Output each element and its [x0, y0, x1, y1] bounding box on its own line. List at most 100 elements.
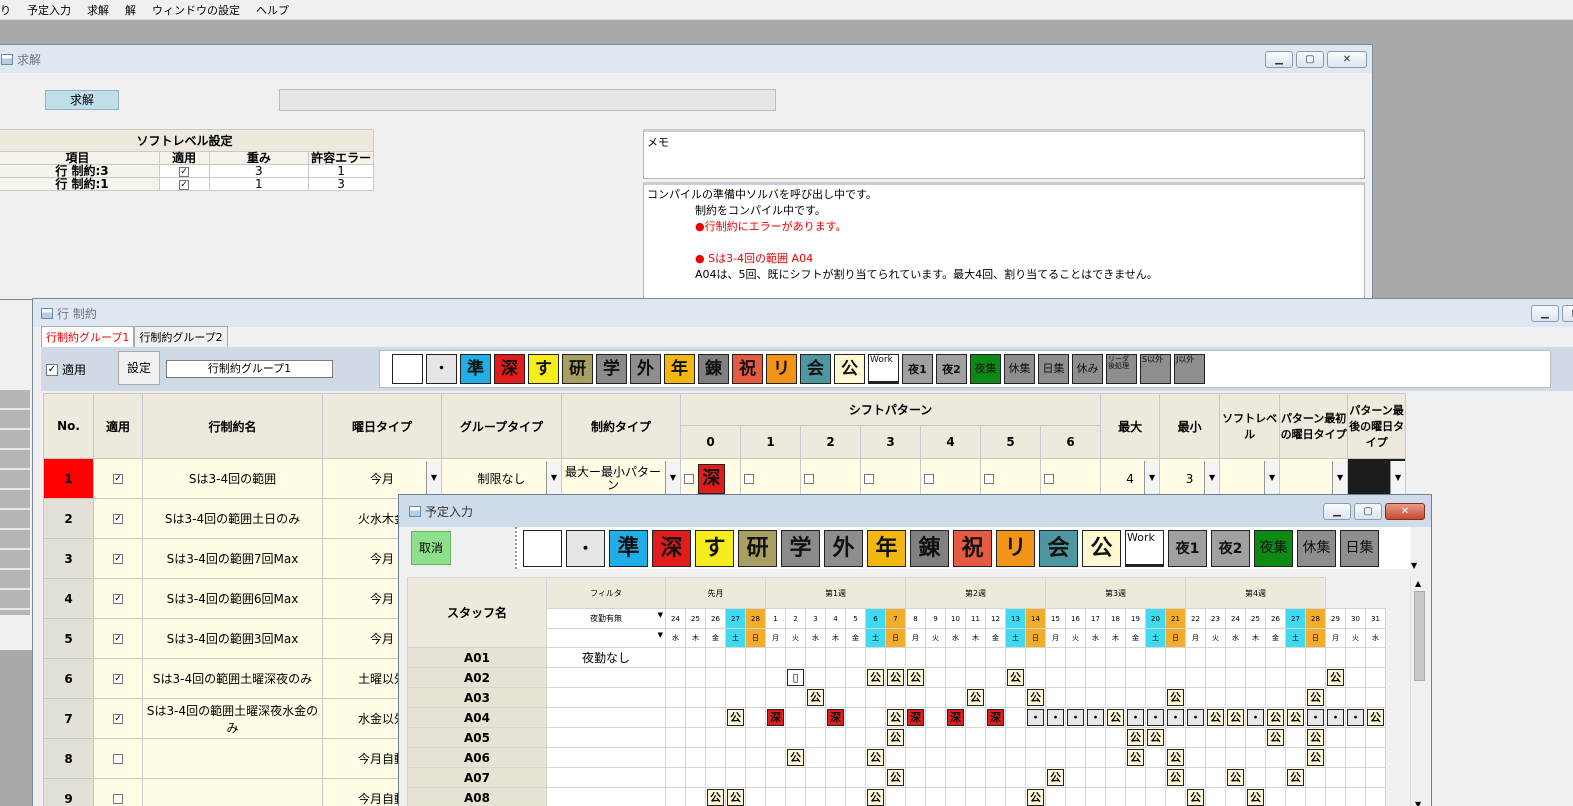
schedule-cell[interactable]: 深 — [945, 707, 966, 728]
schedule-cell[interactable] — [1045, 647, 1066, 668]
schedule-cell[interactable] — [725, 667, 746, 688]
staff-name[interactable]: A04 — [407, 707, 547, 728]
schedule-cell[interactable] — [965, 727, 986, 748]
schedule-cell[interactable] — [745, 647, 766, 668]
schedule-cell[interactable] — [1245, 727, 1266, 748]
shift-mark[interactable]: 公 — [1167, 749, 1184, 766]
schedule-cell[interactable] — [1285, 787, 1306, 806]
close-button[interactable]: ✕ — [1385, 503, 1425, 520]
schedule-cell[interactable] — [1065, 647, 1086, 668]
schedule-cell[interactable] — [1185, 727, 1206, 748]
schedule-cell[interactable] — [1225, 667, 1246, 688]
schedule-cell[interactable] — [925, 687, 946, 708]
shift-mark[interactable]: 公 — [1127, 749, 1144, 766]
row-palette-tile[interactable] — [392, 354, 423, 384]
schedule-cell[interactable] — [825, 687, 846, 708]
schedule-cell[interactable] — [785, 727, 806, 748]
schedule-cell[interactable] — [1205, 727, 1226, 748]
memo-box[interactable]: メモ — [643, 129, 1365, 179]
schedule-cell[interactable] — [1365, 747, 1386, 768]
pattern-tile[interactable]: 深 — [697, 463, 725, 494]
pattern-cell-6[interactable] — [1039, 458, 1102, 499]
menu-item[interactable]: ウィンドウの設定 — [144, 2, 248, 18]
checkbox-icon[interactable]: ✓ — [113, 674, 123, 684]
schedule-cell[interactable] — [1025, 667, 1046, 688]
schedule-cell[interactable] — [1185, 687, 1206, 708]
schedule-cell[interactable] — [865, 727, 886, 748]
schedule-cell[interactable] — [1085, 647, 1106, 668]
schedule-cell[interactable]: 公 — [1185, 787, 1206, 806]
schedule-cell[interactable] — [1225, 727, 1246, 748]
schedule-cell[interactable] — [885, 747, 906, 768]
schedule-cell[interactable]: 公 — [885, 667, 906, 688]
schedule-cell[interactable] — [725, 767, 746, 788]
apply-checkbox[interactable] — [93, 778, 143, 806]
schedule-cell[interactable]: 公 — [725, 787, 746, 806]
shift-mark[interactable]: 公 — [1247, 789, 1264, 806]
schedule-cell[interactable] — [785, 707, 806, 728]
solve-button[interactable]: 求解 — [45, 90, 119, 110]
schedule-cell[interactable] — [785, 687, 806, 708]
schedule-cell[interactable] — [865, 707, 886, 728]
schedule-cell[interactable] — [665, 707, 686, 728]
staff-name[interactable]: A01 — [407, 647, 547, 668]
apply-checkbox[interactable]: ✓ — [158, 177, 210, 191]
schedule-cell[interactable] — [1325, 687, 1346, 708]
settings-button[interactable]: 設定 — [118, 351, 160, 385]
schedule-cell[interactable] — [1245, 687, 1266, 708]
schedule-cell[interactable] — [725, 687, 746, 708]
tolerance-cell[interactable]: 1 — [308, 164, 374, 178]
row-palette-tile[interactable]: 外 — [630, 354, 661, 384]
schedule-cell[interactable] — [685, 747, 706, 768]
shift-mark[interactable]: 公 — [1207, 709, 1224, 726]
pattern-cell-0[interactable]: 深 — [680, 458, 741, 499]
schedule-cell[interactable]: 公 — [1325, 667, 1346, 688]
schedule-cell[interactable] — [1005, 787, 1026, 806]
schedule-cell[interactable] — [1125, 767, 1146, 788]
maximize-button[interactable]: ▢ — [1562, 305, 1573, 322]
schedule-cell[interactable] — [705, 727, 726, 748]
shift-mark[interactable]: 公 — [867, 749, 884, 766]
shift-mark[interactable]: 公 — [1227, 709, 1244, 726]
apply-checkbox[interactable]: ✓ — [93, 618, 143, 659]
staff-name[interactable]: A08 — [407, 787, 547, 806]
schedule-cell[interactable] — [825, 747, 846, 768]
schedule-cell[interactable] — [1105, 767, 1126, 788]
checkbox-icon[interactable]: ✓ — [113, 714, 123, 724]
schedule-cell[interactable] — [745, 667, 766, 688]
schedule-cell[interactable] — [1045, 747, 1066, 768]
staff-name[interactable]: A03 — [407, 687, 547, 708]
shift-mark[interactable]: 公 — [867, 789, 884, 806]
schedule-cell[interactable] — [745, 787, 766, 806]
schedule-cell[interactable] — [845, 767, 866, 788]
schedule-cell[interactable]: 公 — [1045, 767, 1066, 788]
maximize-button[interactable]: ▢ — [1354, 503, 1382, 520]
shift-mark[interactable]: 公 — [707, 789, 724, 806]
schedule-cell[interactable] — [1285, 747, 1306, 768]
row-palette-tile[interactable]: 休み — [1072, 354, 1103, 384]
shift-mark[interactable]: 公 — [1027, 789, 1044, 806]
schedule-cell[interactable]: 公 — [1205, 707, 1226, 728]
schedule-cell[interactable] — [925, 727, 946, 748]
schedule-cell[interactable] — [945, 747, 966, 768]
checkbox-icon[interactable] — [113, 794, 123, 804]
shift-mark[interactable]: 公 — [887, 769, 904, 786]
shift-mark[interactable]: 公 — [807, 689, 824, 706]
schedule-cell[interactable]: ・ — [1085, 707, 1106, 728]
schedule-cell[interactable] — [1085, 787, 1106, 806]
schedule-cell[interactable] — [925, 747, 946, 768]
schedule-cell[interactable] — [1245, 647, 1266, 668]
menu-item[interactable]: 予定入力 — [19, 2, 79, 18]
row-palette-tile[interactable]: 休集 — [1004, 354, 1035, 384]
schedule-cell[interactable] — [1065, 747, 1086, 768]
schedule-cell[interactable]: 深 — [985, 707, 1006, 728]
row-palette-tile[interactable]: す — [528, 354, 559, 384]
vertical-scrollbar[interactable]: ▲ ▼ — [1410, 577, 1427, 806]
schedule-palette-tile[interactable]: 準 — [609, 530, 648, 567]
schedule-cell[interactable] — [1085, 667, 1106, 688]
checkbox-icon[interactable]: ✓ — [113, 514, 123, 524]
schedule-cell[interactable]: 公 — [785, 747, 806, 768]
shift-mark[interactable]: 公 — [1147, 729, 1164, 746]
schedule-cell[interactable] — [685, 767, 706, 788]
schedule-cell[interactable] — [1205, 667, 1226, 688]
